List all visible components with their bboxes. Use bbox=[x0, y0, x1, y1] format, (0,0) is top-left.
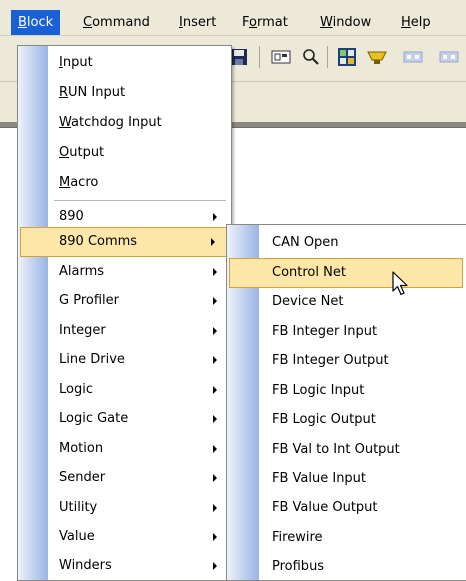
submenu-sender[interactable]: Sender bbox=[18, 463, 231, 493]
link-icon[interactable] bbox=[400, 44, 426, 70]
menu-separator bbox=[54, 200, 226, 201]
menu-item-control-net[interactable]: Control Net bbox=[229, 258, 463, 288]
menu-block[interactable]: Block bbox=[11, 10, 61, 35]
menu-item-can-open[interactable]: CAN Open bbox=[227, 228, 466, 258]
submenu-integer[interactable]: Integer bbox=[18, 316, 231, 346]
menu-item-fb-logic-output[interactable]: FB Logic Output bbox=[227, 405, 466, 435]
menu-item-fb-val-to-int-output[interactable]: FB Val to Int Output bbox=[227, 435, 466, 465]
submenu-utility[interactable]: Utility bbox=[18, 493, 231, 523]
submenu-arrow-icon bbox=[213, 445, 217, 453]
submenu-arrow-icon bbox=[213, 504, 217, 512]
menu-format[interactable]: Format bbox=[235, 12, 295, 34]
submenu-winders[interactable]: Winders bbox=[18, 551, 231, 581]
menu-item-macro[interactable]: Macro bbox=[18, 168, 231, 198]
menu-item-fb-integer-input[interactable]: FB Integer Input bbox=[227, 317, 466, 347]
menu-command[interactable]: Command bbox=[76, 12, 157, 34]
menu-item-run-input[interactable]: RUN Input bbox=[18, 78, 231, 108]
menu-bar: Block Command Insert Format Window Help bbox=[0, 0, 466, 36]
link-icon[interactable] bbox=[436, 44, 462, 70]
grid-icon[interactable] bbox=[334, 44, 360, 70]
submenu-arrow-icon bbox=[211, 238, 215, 246]
submenu-value[interactable]: Value bbox=[18, 522, 231, 552]
submenu-arrow-icon bbox=[213, 356, 217, 364]
submenu-line-drive[interactable]: Line Drive bbox=[18, 345, 231, 375]
submenu-arrow-icon bbox=[213, 474, 217, 482]
toolbar-separator bbox=[327, 46, 328, 68]
submenu-arrow-icon bbox=[213, 415, 217, 423]
submenu-890-comms[interactable]: 890 Comms bbox=[20, 227, 229, 257]
menu-item-profibus[interactable]: Profibus bbox=[227, 552, 466, 581]
submenu-arrow-icon bbox=[213, 213, 217, 221]
submenu-arrow-icon bbox=[213, 386, 217, 394]
submenu-logic[interactable]: Logic bbox=[18, 375, 231, 405]
menu-item-input[interactable]: Input bbox=[18, 48, 231, 78]
block-menu: Input RUN Input Watchdog Input Output Ma… bbox=[17, 45, 232, 581]
toolbar-separator bbox=[259, 46, 260, 68]
submenu-motion[interactable]: Motion bbox=[18, 434, 231, 464]
menu-item-fb-integer-output[interactable]: FB Integer Output bbox=[227, 346, 466, 376]
menu-window[interactable]: Window bbox=[313, 12, 378, 34]
submenu-g-profiler[interactable]: G Profiler bbox=[18, 286, 231, 316]
menu-item-output[interactable]: Output bbox=[18, 138, 231, 168]
submenu-arrow-icon bbox=[213, 562, 217, 570]
menu-item-fb-logic-input[interactable]: FB Logic Input bbox=[227, 376, 466, 406]
block-icon[interactable] bbox=[268, 44, 294, 70]
submenu-arrow-icon bbox=[213, 533, 217, 541]
menu-item-firewire[interactable]: Firewire bbox=[227, 523, 466, 553]
890-comms-submenu: CAN Open Control Net Device Net FB Integ… bbox=[226, 224, 466, 581]
menu-help[interactable]: Help bbox=[394, 12, 438, 34]
mouse-cursor-icon bbox=[392, 271, 408, 296]
submenu-alarms[interactable]: Alarms bbox=[18, 257, 231, 287]
menu-insert[interactable]: Insert bbox=[172, 12, 223, 34]
menu-item-fb-value-input[interactable]: FB Value Input bbox=[227, 464, 466, 494]
submenu-arrow-icon bbox=[213, 297, 217, 305]
submenu-logic-gate[interactable]: Logic Gate bbox=[18, 404, 231, 434]
submenu-arrow-icon bbox=[213, 268, 217, 276]
zoom-icon[interactable] bbox=[298, 44, 324, 70]
menu-item-watchdog-input[interactable]: Watchdog Input bbox=[18, 108, 231, 138]
menu-item-fb-value-output[interactable]: FB Value Output bbox=[227, 493, 466, 523]
submenu-arrow-icon bbox=[213, 327, 217, 335]
connect-icon[interactable] bbox=[364, 44, 390, 70]
menu-item-device-net[interactable]: Device Net bbox=[227, 287, 466, 317]
